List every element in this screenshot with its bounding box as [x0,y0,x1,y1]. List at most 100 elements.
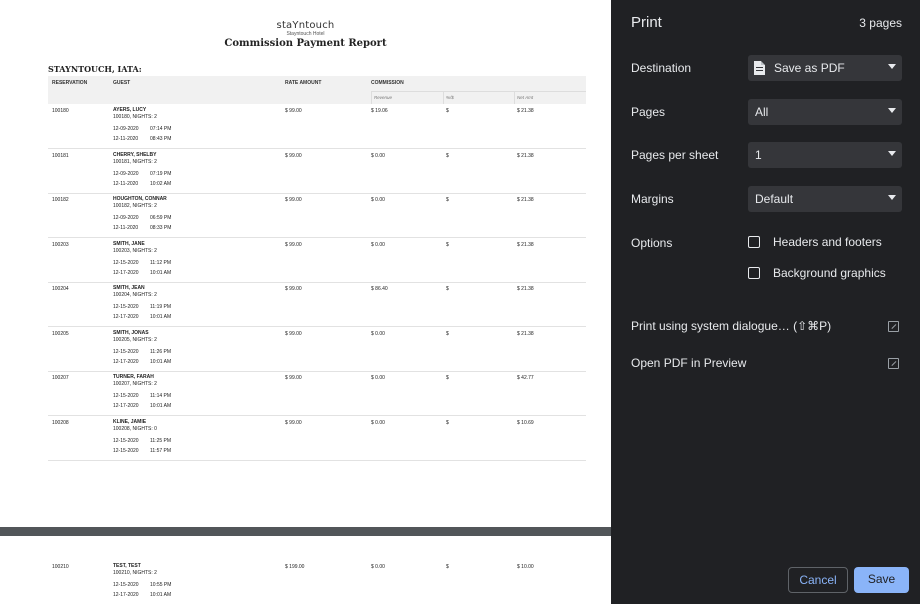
headers-footers-checkbox[interactable] [748,236,760,248]
rate-amount: $ 99.00 [285,330,302,337]
reservation-number: 100203 [52,241,69,248]
arrival-date: 12-09-2020 [113,126,139,132]
guest-name: SMITH, JEAN [113,285,145,291]
commission-revenue: $ 0.00 [371,197,385,203]
rate-amount: $ 99.00 [285,286,302,292]
departure-date: 12-11-2020 [113,180,139,187]
arrival-time: 07:14 PM [150,126,172,132]
departure-time: 10:01 AM [150,269,172,276]
guest-detail: 100210, NIGHTS: 2 [113,570,157,576]
guest-detail: 100180, NIGHTS: 2 [113,114,157,120]
departure-date: 12-17-2020 [113,269,139,276]
departure-date: 12-17-2020 [113,403,139,409]
save-button[interactable]: Save [854,567,909,593]
table-row: 100207 TURNER, FARAH 100207, NIGHTS: 2 12-1… [48,371,586,416]
reservation-number: 100181 [52,152,69,159]
arrival-time: 11:25 PM [150,437,172,444]
table-row: 100210 TEST, TEST 100210, NIGHTS: 2 12-15-2… [48,560,586,604]
guest-name: SMITH, JANE [113,240,145,247]
reservation-number: 100205 [52,330,69,337]
reservation-number: 100182 [52,197,69,203]
arrival-time: 07:19 PM [150,170,172,177]
commission-pct: $ [446,564,449,570]
arrival-date: 12-15-2020 [113,259,139,266]
background-graphics-label[interactable]: Background graphics [773,266,886,280]
logo-subtext: Stayntouch Hotel [286,31,325,37]
system-dialog-label[interactable]: Print using system dialogue… (⇧⌘P) [631,319,831,333]
commission-revenue: $ 0.00 [371,241,385,248]
departure-time: 11:57 PM [150,447,172,454]
arrival-date: 12-15-2020 [113,393,139,399]
guest-name: KLINE, JAMIE [113,418,147,425]
commission-pct: $ [446,152,449,159]
arrival-time: 11:19 PM [150,304,172,310]
pages-select[interactable]: All [748,99,902,125]
rate-amount: $ 99.00 [285,419,302,426]
options-label: Options [631,236,673,250]
destination-value: Save as PDF [774,61,845,75]
preview-page-2: 100210 TEST, TEST 100210, NIGHTS: 2 12-15-2… [0,536,611,604]
col-commission: COMMISSION [371,80,404,86]
chevron-down-icon [888,108,896,113]
col-reservation: RESERVATION [52,80,88,86]
commission-pct: $ [446,375,449,381]
guest-name: TEST, TEST [113,563,141,569]
background-graphics-checkbox[interactable] [748,267,760,279]
margins-select[interactable]: Default [748,186,902,212]
subcol-net: Net Amt [514,92,586,104]
commission-net: $ 21.38 [517,108,534,114]
table-row: 100180 AYERS, LUCY 100180, NIGHTS: 2 12-09-… [48,104,586,149]
open-pdf-preview-label[interactable]: Open PDF in Preview [631,356,746,370]
rate-amount: $ 99.00 [285,375,302,381]
destination-select[interactable]: Save as PDF [748,55,902,81]
open-pdf-preview-link[interactable]: Open PDF in Preview [631,356,902,374]
guest-detail: 100208, NIGHTS: 0 [113,425,157,432]
reservation-number: 100180 [52,108,69,114]
departure-date: 12-17-2020 [113,592,139,598]
table-row: 100181 CHERRY, SHELBY 100181, NIGHTS: 2 12-… [48,149,586,194]
arrival-date: 12-09-2020 [113,215,139,221]
system-dialog-link[interactable]: Print using system dialogue… (⇧⌘P) [631,319,902,337]
hotel-logo: staYntouch Stayntouch Hotel [0,20,611,37]
guest-name: SMITH, JONAS [113,329,149,336]
guest-detail: 100203, NIGHTS: 2 [113,247,157,254]
commission-revenue: $ 0.00 [371,375,385,381]
departure-time: 10:01 AM [150,314,172,320]
rate-amount: $ 99.00 [285,241,302,248]
commission-revenue: $ 0.00 [371,330,385,337]
rate-amount: $ 99.00 [285,197,302,203]
commission-net: $ 10.69 [517,419,534,426]
destination-label: Destination [631,61,692,75]
open-external-icon [888,321,899,332]
departure-date: 12-11-2020 [113,225,139,231]
subcol-pct: %/$ [443,92,514,104]
report-title: Commission Payment Report [224,38,387,49]
commission-net: $ 10.00 [517,564,534,570]
guest-name: TURNER, FARAH [113,374,154,380]
commission-net: $ 21.38 [517,286,534,292]
pages-per-sheet-value: 1 [755,148,762,162]
commission-revenue: $ 0.00 [371,419,385,426]
arrival-date: 12-15-2020 [113,304,139,310]
guest-detail: 100207, NIGHTS: 2 [113,381,157,387]
pages-per-sheet-select[interactable]: 1 [748,142,902,168]
reservation-number: 100207 [52,375,69,381]
commission-revenue: $ 0.00 [371,152,385,159]
reservation-number: 100208 [52,419,69,426]
table-row: 100182 HOUGHTON, CONNAR 100182, NIGHTS: 2 1… [48,193,586,238]
commission-net: $ 21.38 [517,197,534,203]
commission-net: $ 21.38 [517,241,534,248]
pages-per-sheet-label: Pages per sheet [631,148,719,162]
table-row: 100208 KLINE, JAMIE 100208, NIGHTS: 0 12-15… [48,416,586,461]
print-preview-area[interactable]: staYntouch Stayntouch Hotel Commission P… [0,0,611,604]
headers-footers-label[interactable]: Headers and footers [773,235,882,249]
col-rate: RATE AMOUNT [285,80,322,86]
departure-time: 10:01 AM [150,358,172,365]
commission-pct: $ [446,241,449,248]
arrival-date: 12-15-2020 [113,582,139,588]
hotel-label: STAYNTOUCH, IATA: [48,64,142,74]
cancel-button[interactable]: Cancel [788,567,848,593]
commission-revenue: $ 86.40 [371,286,388,292]
commission-subheader: Revenue %/$ Net Amt [371,91,586,104]
arrival-time: 11:12 PM [150,259,172,266]
